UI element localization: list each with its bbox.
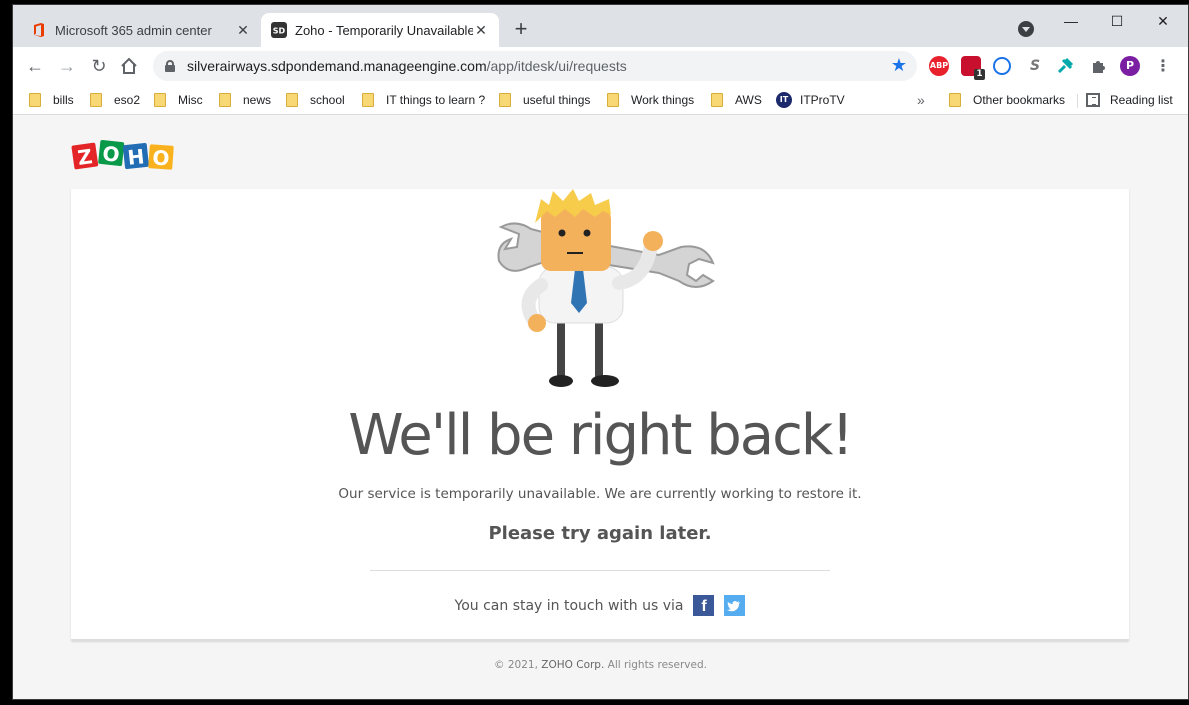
bookmark-folder[interactable]: IT things to learn ? xyxy=(362,91,485,109)
browser-window: Microsoft 365 admin center ✕ SD Zoho - T… xyxy=(12,4,1189,700)
bookmark-folder[interactable]: Work things xyxy=(607,91,694,109)
home-icon[interactable] xyxy=(119,56,139,76)
folder-icon xyxy=(286,93,298,107)
page-content: Z O H O We'll be right back! Our service… xyxy=(13,115,1188,699)
bookmark-folder[interactable]: Misc xyxy=(154,91,203,109)
folder-icon xyxy=(29,93,41,107)
folder-icon xyxy=(154,93,166,107)
extension-badge: 1 xyxy=(974,69,985,80)
social-text: You can stay in touch with us via xyxy=(454,597,684,614)
zoho-logo: Z O H O xyxy=(71,140,174,171)
office-icon xyxy=(34,23,44,37)
folder-icon xyxy=(711,93,723,107)
tab-microsoft-365[interactable]: Microsoft 365 admin center ✕ xyxy=(21,13,261,47)
reading-list-icon xyxy=(1086,93,1100,107)
bookmarks-bar: bills eso2 Misc news school IT things to… xyxy=(13,85,1188,115)
tab-label: Microsoft 365 admin center xyxy=(55,22,212,38)
folder-icon xyxy=(499,93,511,107)
svg-text:O: O xyxy=(101,141,120,167)
bookmarks-overflow-button[interactable]: » xyxy=(917,91,925,109)
s-extension-icon[interactable]: S xyxy=(1025,56,1045,76)
folder-icon xyxy=(219,93,231,107)
tab-search-icon[interactable] xyxy=(1018,21,1034,37)
tab-zoho[interactable]: SD Zoho - Temporarily Unavailable ✕ xyxy=(261,13,499,47)
adblock-plus-icon[interactable]: ABP xyxy=(929,56,949,76)
tab-strip: Microsoft 365 admin center ✕ SD Zoho - T… xyxy=(13,5,1188,47)
address-bar[interactable]: silverairways.sdpondemand.manageengine.c… xyxy=(153,51,917,81)
subtext: Our service is temporarily unavailable. … xyxy=(338,486,862,502)
svg-text:O: O xyxy=(152,145,171,170)
folder-icon xyxy=(90,93,102,107)
folder-icon xyxy=(362,93,374,107)
bookmark-folder[interactable]: AWS xyxy=(711,91,762,109)
bookmark-star-icon[interactable]: ★ xyxy=(891,55,907,76)
profile-avatar[interactable]: P xyxy=(1120,56,1140,76)
folder-icon xyxy=(607,93,619,107)
browser-toolbar: ← → ↻ silverairways.sdpondemand.manageen… xyxy=(13,47,1188,85)
bookmark-folder[interactable]: useful things xyxy=(499,91,590,109)
menu-kebab-icon[interactable]: ⋮ xyxy=(1153,56,1173,76)
other-bookmarks[interactable]: Other bookmarks xyxy=(949,91,1065,109)
divider xyxy=(370,570,830,571)
footer-copyright: © 2021, ZOHO Corp. All rights reserved. xyxy=(494,659,707,671)
facebook-icon[interactable]: f xyxy=(693,595,715,616)
svg-text:SD: SD xyxy=(273,27,286,36)
maximize-button[interactable]: ☐ xyxy=(1107,11,1127,31)
svg-text:H: H xyxy=(126,144,145,170)
pin-extension-icon[interactable] xyxy=(1055,56,1075,76)
folder-icon xyxy=(949,93,961,107)
desktop-background xyxy=(0,0,12,705)
puzzle-icon[interactable] xyxy=(1089,56,1109,76)
reload-button[interactable]: ↻ xyxy=(87,54,111,78)
tab-label: Zoho - Temporarily Unavailable xyxy=(295,22,473,38)
minimize-button[interactable]: — xyxy=(1061,11,1081,31)
new-tab-button[interactable]: + xyxy=(509,18,533,42)
maintenance-card: We'll be right back! Our service is temp… xyxy=(71,189,1129,641)
close-icon[interactable]: ✕ xyxy=(235,22,251,38)
reading-list[interactable]: Reading list xyxy=(1086,91,1173,109)
bookmark-folder[interactable]: school xyxy=(286,91,345,109)
window-close-button[interactable]: ✕ xyxy=(1153,11,1173,31)
try-again-text: Please try again later. xyxy=(488,523,712,544)
bookmark-itprotv[interactable]: IT ITProTV xyxy=(776,91,845,109)
chat-extension-icon[interactable] xyxy=(993,57,1011,75)
bookmark-folder[interactable]: eso2 xyxy=(90,91,140,109)
extension-calendar-icon[interactable]: 1 xyxy=(961,56,985,80)
social-row: You can stay in touch with us via f xyxy=(71,595,1129,616)
url-text[interactable]: silverairways.sdpondemand.manageengine.c… xyxy=(187,58,627,74)
headline: We'll be right back! xyxy=(348,403,854,468)
bookmark-folder[interactable]: bills xyxy=(29,91,74,109)
footer-brand: ZOHO Corp. xyxy=(541,659,605,671)
sd-icon: SD xyxy=(271,22,287,38)
twitter-icon[interactable] xyxy=(724,595,746,616)
mechanic-mascot-illustration xyxy=(497,189,715,387)
back-button[interactable]: ← xyxy=(23,54,47,78)
bookmark-folder[interactable]: news xyxy=(219,91,271,109)
itprotv-icon: IT xyxy=(776,92,792,108)
forward-button[interactable]: → xyxy=(55,54,79,78)
close-icon[interactable]: ✕ xyxy=(473,22,489,38)
bookmarks-divider xyxy=(1077,94,1078,108)
lock-icon[interactable] xyxy=(165,60,175,72)
